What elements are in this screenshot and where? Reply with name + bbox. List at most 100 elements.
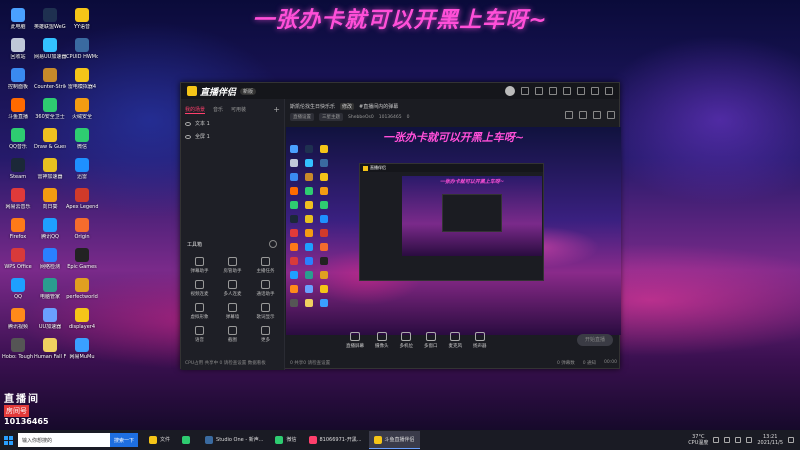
menu-icon[interactable]: [563, 87, 571, 95]
go-live-button[interactable]: 开始直播: [577, 334, 613, 346]
source-button[interactable]: 多机位: [400, 331, 413, 349]
taskbar-app[interactable]: [177, 431, 198, 449]
desktop-icon[interactable]: Steam: [2, 158, 34, 190]
desktop-icon[interactable]: 腾讯QQ: [34, 218, 66, 250]
tool-item[interactable]: 视频连麦: [183, 280, 216, 297]
volume-icon[interactable]: [735, 437, 742, 443]
source-button[interactable]: 摄像头: [375, 331, 389, 349]
desktop-icon[interactable]: 向日葵: [34, 188, 66, 220]
desktop-icon[interactable]: 网易UU加速器: [34, 38, 66, 70]
eye-icon[interactable]: [185, 134, 191, 139]
ime-icon[interactable]: [746, 437, 753, 443]
desktop-icon[interactable]: 腾讯视频: [2, 308, 34, 340]
tool-item[interactable]: 语音: [183, 326, 216, 343]
desktop-icon[interactable]: QQ音乐: [2, 128, 34, 160]
toolbox-more-icon[interactable]: [269, 240, 277, 248]
taskbar-search-input[interactable]: 输入你想搜的: [18, 433, 110, 447]
clock[interactable]: 13:21 2021/11/5: [757, 434, 783, 446]
taskbar-app[interactable]: 文件: [144, 431, 175, 449]
room-setting[interactable]: 直播设置: [290, 113, 314, 121]
desktop-icon[interactable]: UU加速器: [34, 308, 66, 340]
tool-item[interactable]: 弹幕墙: [216, 303, 249, 320]
tool-item[interactable]: 虚拟形象: [183, 303, 216, 320]
desktop-icon[interactable]: 此电脑: [2, 8, 34, 40]
folder-icon[interactable]: [579, 111, 587, 119]
taskbar-app[interactable]: 斗鱼直播伴侣: [368, 431, 420, 449]
desktop-icon[interactable]: Firefox: [2, 218, 34, 250]
desktop-icon[interactable]: 斗鱼直播: [2, 98, 34, 130]
preview-desktop-icon: [320, 285, 328, 293]
start-button[interactable]: [0, 430, 16, 450]
version-badge[interactable]: 新版: [240, 87, 257, 95]
tab-decor[interactable]: 可用装: [231, 106, 246, 113]
desktop-icon[interactable]: 迅雷: [66, 158, 98, 190]
tab-music[interactable]: 音乐: [213, 106, 223, 113]
desktop-icon[interactable]: 网易MuMu: [66, 338, 98, 370]
desktop-icon[interactable]: Draw & Guess: [34, 128, 66, 160]
desktop-icon[interactable]: 控制面板: [2, 68, 34, 100]
scene-item[interactable]: 全屏 1: [181, 130, 284, 143]
desktop-icon[interactable]: Human Fall Flat: [34, 338, 66, 370]
desktop-icon[interactable]: 360安全卫士: [34, 98, 66, 130]
tool-item[interactable]: 主播任务: [249, 257, 282, 274]
tool-item[interactable]: 更多: [249, 326, 282, 343]
tool-item[interactable]: 多人连麦: [216, 280, 249, 297]
close-icon[interactable]: [605, 87, 613, 95]
desktop-icon[interactable]: Hobo: Tough Life: [2, 338, 34, 370]
settings-icon[interactable]: [549, 87, 557, 95]
network-icon[interactable]: [724, 437, 731, 443]
fullscreen-icon[interactable]: [607, 111, 615, 119]
desktop-icon-label: 回收站: [10, 54, 26, 60]
lock-icon[interactable]: [593, 111, 601, 119]
desktop-icon[interactable]: displayer4: [66, 308, 98, 340]
edit-title-button[interactable]: 修改: [340, 103, 355, 110]
desktop-icon[interactable]: 回收站: [2, 38, 34, 70]
desktop-icon[interactable]: QQ: [2, 278, 34, 310]
tool-item[interactable]: 通话助手: [249, 280, 282, 297]
tool-item[interactable]: 截图: [216, 326, 249, 343]
desktop-icon[interactable]: 火绒安全: [66, 98, 98, 130]
cpu-temp[interactable]: 37°C CPU温度: [688, 434, 708, 446]
desktop-icon[interactable]: Origin: [66, 218, 98, 250]
desktop-icon[interactable]: 雷神加速器: [34, 158, 66, 190]
tool-item[interactable]: 房管助手: [216, 257, 249, 274]
source-button[interactable]: 扬声器: [473, 331, 487, 349]
avatar[interactable]: [505, 86, 515, 96]
desktop-icon[interactable]: perfectworld: [66, 278, 98, 310]
taskbar-app[interactable]: 微信: [270, 431, 301, 449]
stream-preview[interactable]: 一张办卡就可以开黑上车呀~ 直播伴侣 一张办卡就可以开黑上车呀~: [286, 127, 621, 335]
tool-item[interactable]: 歌词显示: [249, 303, 282, 320]
add-scene-button[interactable]: +: [273, 105, 280, 114]
eye-icon[interactable]: [185, 121, 191, 126]
taskbar-app[interactable]: Studio One - 新声...: [200, 431, 268, 449]
desktop-icon[interactable]: WPS Office: [2, 248, 34, 280]
desktop-icon[interactable]: YY语音: [66, 8, 98, 40]
maximize-icon[interactable]: [591, 87, 599, 95]
desktop-icon[interactable]: 网易云音乐: [2, 188, 34, 220]
desktop-icon[interactable]: 网络检测: [34, 248, 66, 280]
source-button[interactable]: 直播屏幕: [346, 331, 364, 349]
minimize-icon[interactable]: [577, 87, 585, 95]
source-button[interactable]: 麦克风: [449, 331, 462, 349]
tool-item[interactable]: 弹幕助手: [183, 257, 216, 274]
desktop-icon[interactable]: 电脑管家: [34, 278, 66, 310]
desktop-icon[interactable]: Epic Games: [66, 248, 98, 280]
scene-item[interactable]: 文本 1: [181, 117, 284, 130]
notification-icon[interactable]: [788, 437, 794, 443]
source-button[interactable]: 多窗口: [424, 331, 438, 349]
desktop-icon[interactable]: Apex Legends: [66, 188, 98, 220]
tools-icon[interactable]: [565, 111, 573, 119]
taskbar-app[interactable]: 81066971-开黑...: [304, 431, 367, 449]
desktop-icon[interactable]: CPUID HWMonitor: [66, 38, 98, 70]
desktop-icon[interactable]: 微信: [66, 128, 98, 160]
desktop-icon[interactable]: 英雄联盟WeGame版: [34, 8, 66, 40]
tab-scenes[interactable]: 我的场景: [185, 106, 206, 114]
taskbar-search-button[interactable]: 搜索一下: [110, 433, 139, 447]
desktop-icon[interactable]: 雷电模拟器4: [66, 68, 98, 100]
gift-icon[interactable]: [535, 87, 543, 95]
desktop-icon[interactable]: Counter-Strike: Global Off: [34, 68, 66, 100]
desktop-icon-label: 网易MuMu: [69, 354, 95, 360]
room-theme[interactable]: 三星主题: [319, 113, 343, 121]
chevron-up-icon[interactable]: [713, 437, 720, 443]
message-icon[interactable]: [521, 87, 529, 95]
